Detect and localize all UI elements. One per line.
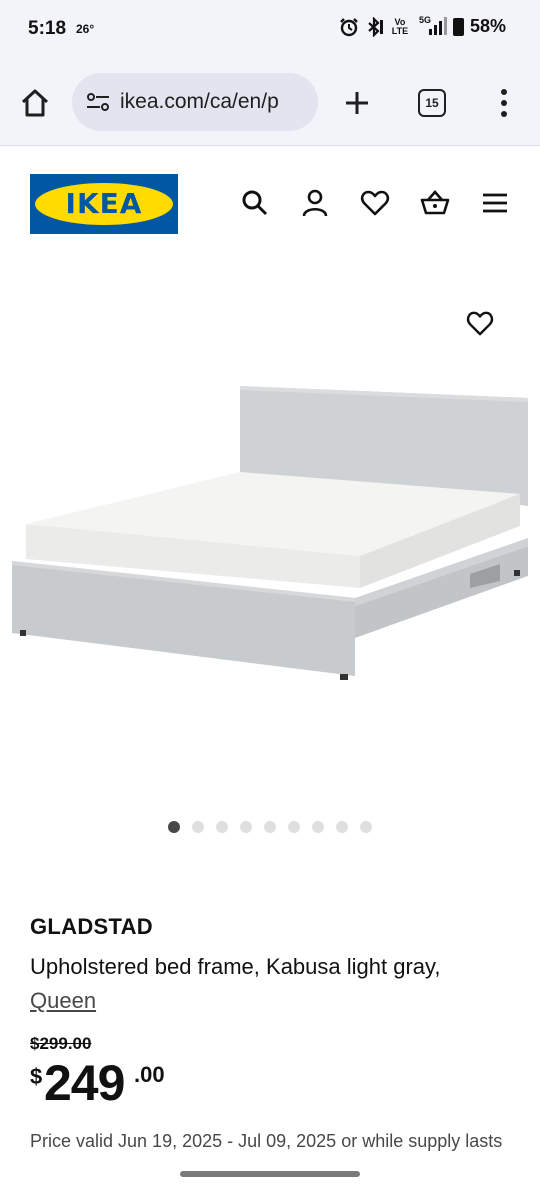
image-carousel-indicator[interactable] bbox=[0, 821, 540, 833]
browser-toolbar: ikea.com/ca/en/p 15 bbox=[0, 60, 540, 146]
account-icon[interactable] bbox=[300, 188, 330, 218]
battery-icon bbox=[452, 17, 464, 36]
status-time: 5:18 bbox=[28, 18, 67, 39]
price-decimal: .00 bbox=[134, 1062, 165, 1087]
url-text[interactable]: ikea.com/ca/en/p bbox=[120, 90, 306, 114]
carousel-dot[interactable] bbox=[336, 821, 348, 833]
alarm-icon bbox=[340, 17, 358, 36]
add-to-favourites-icon[interactable] bbox=[466, 310, 494, 336]
volte-icon: Vo LTE bbox=[391, 16, 409, 36]
previous-price: $299.00 bbox=[30, 1034, 92, 1053]
5g-signal-icon: 5G bbox=[415, 15, 447, 37]
site-header: IKEA bbox=[0, 146, 540, 256]
carousel-dot[interactable] bbox=[360, 821, 372, 833]
favourites-icon[interactable] bbox=[360, 188, 390, 218]
carousel-dot[interactable] bbox=[312, 821, 324, 833]
cart-icon[interactable] bbox=[420, 188, 450, 218]
product-description: Upholstered bed frame, Kabusa light gray… bbox=[30, 950, 520, 1018]
url-bar[interactable]: ikea.com/ca/en/p bbox=[72, 73, 318, 131]
more-options-icon[interactable] bbox=[494, 87, 514, 119]
product-image-gallery[interactable] bbox=[0, 256, 540, 816]
product-name: GLADSTAD bbox=[30, 914, 153, 939]
price-currency: $ bbox=[30, 1064, 43, 1089]
product-info: GLADSTAD Upholstered bed frame, Kabusa l… bbox=[30, 914, 520, 1174]
search-icon[interactable] bbox=[240, 188, 270, 218]
status-temperature: 26° bbox=[76, 22, 95, 36]
new-tab-icon[interactable] bbox=[342, 88, 372, 118]
battery-level: 58% bbox=[469, 16, 506, 36]
current-price: $ 249 .00 bbox=[30, 1055, 520, 1114]
carousel-dot[interactable] bbox=[264, 821, 276, 833]
menu-icon[interactable] bbox=[480, 188, 510, 218]
carousel-dot[interactable] bbox=[288, 821, 300, 833]
status-icons: Vo LTE 5G 58% bbox=[339, 15, 506, 37]
carousel-dot[interactable] bbox=[216, 821, 228, 833]
bluetooth-icon bbox=[368, 16, 383, 37]
carousel-dot[interactable] bbox=[240, 821, 252, 833]
home-icon[interactable] bbox=[18, 86, 52, 120]
status-bar: 5:18 26° Vo LTE 5G 58% bbox=[0, 0, 540, 60]
price-validity: Price valid Jun 19, 2025 - Jul 09, 2025 … bbox=[30, 1131, 503, 1151]
carousel-dot[interactable] bbox=[192, 821, 204, 833]
tab-switcher-button[interactable]: 15 bbox=[418, 89, 446, 117]
site-settings-icon[interactable] bbox=[86, 92, 110, 112]
bed-product-image bbox=[12, 386, 528, 680]
size-link[interactable]: Queen bbox=[30, 984, 96, 1018]
ikea-logo[interactable]: IKEA bbox=[30, 174, 178, 234]
carousel-dot[interactable] bbox=[168, 821, 180, 833]
price-integer: 249 bbox=[44, 1055, 125, 1111]
gesture-home-indicator[interactable] bbox=[180, 1171, 360, 1177]
